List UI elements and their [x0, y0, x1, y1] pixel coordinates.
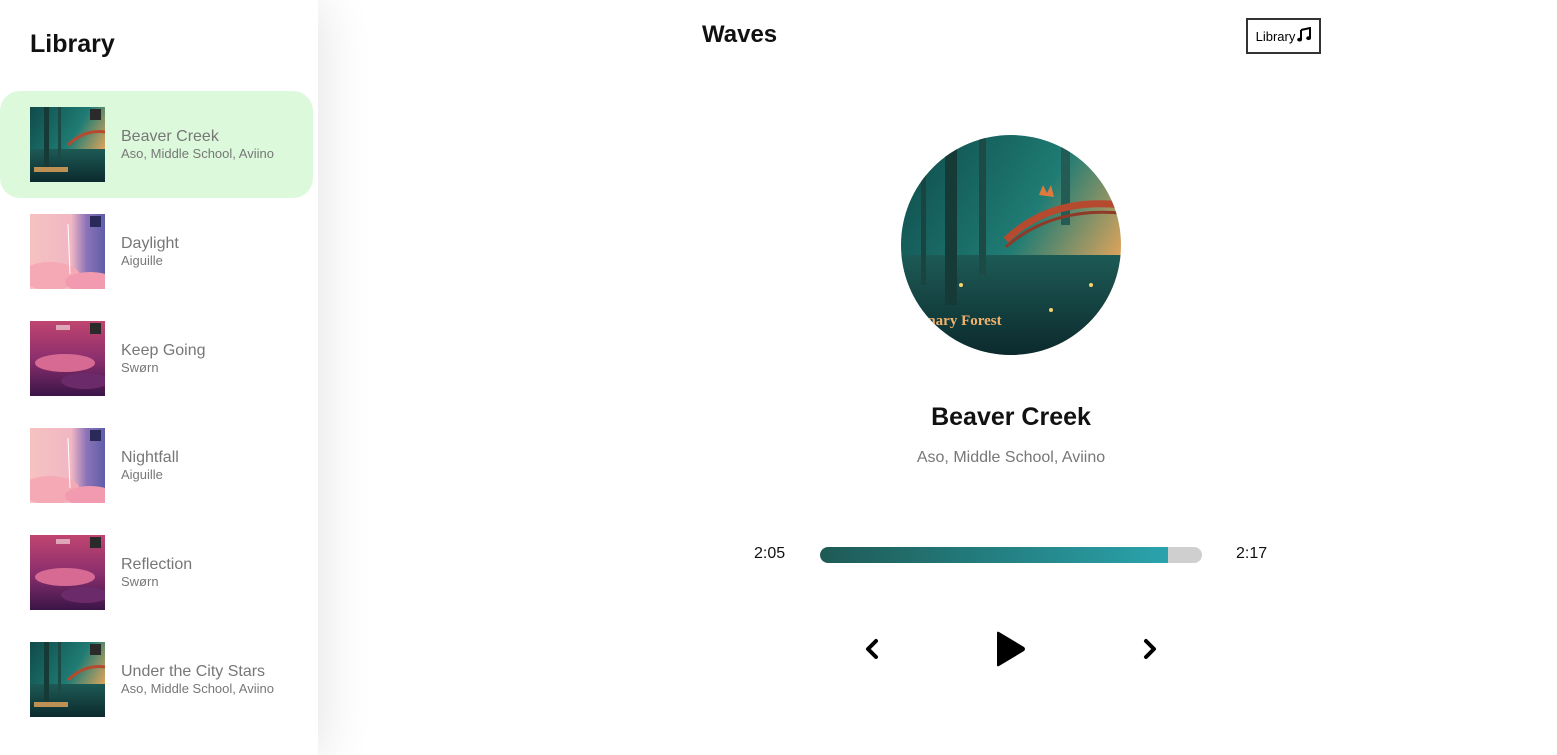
- song-name: Reflection: [121, 556, 193, 573]
- song-artist: Aso, Middle School, Aviino: [121, 146, 274, 161]
- library-button-label: Library: [1255, 28, 1296, 44]
- song-meta: Under the City Stars Aso, Middle School, …: [121, 663, 274, 697]
- song-item[interactable]: Keep Going Swørn: [0, 305, 313, 412]
- song-cover-thumbnail: [30, 321, 105, 396]
- song-artist: Swørn: [121, 360, 159, 375]
- library-toggle-button[interactable]: Library: [1246, 18, 1321, 54]
- song-artist: Aso, Middle School, Aviino: [121, 681, 274, 696]
- track-artist: Aso, Middle School, Aviino: [916, 449, 1106, 466]
- app-title: Waves: [702, 21, 778, 48]
- song-meta: Nightfall Aiguille: [121, 449, 179, 483]
- song-item[interactable]: Nightfall Aiguille: [0, 412, 313, 519]
- music-note-icon: [1297, 26, 1312, 45]
- song-name: Nightfall: [121, 449, 179, 466]
- library-sidebar: Library Beaver Creek Aso, Middle School, …: [0, 0, 318, 755]
- song-item[interactable]: Daylight Aiguille: [0, 198, 313, 305]
- play-icon: [997, 631, 1025, 667]
- progress-fill: [820, 547, 1169, 563]
- track-title: Beaver Creek: [931, 403, 1091, 431]
- play-button[interactable]: [990, 628, 1030, 670]
- chevron-left-icon: [866, 639, 878, 659]
- song-artist: Aiguille: [121, 467, 163, 482]
- song-name: Keep Going: [121, 342, 206, 359]
- chevron-right-icon: [1144, 639, 1156, 659]
- song-meta: Beaver Creek Aso, Middle School, Aviino: [121, 128, 274, 162]
- song-meta: Daylight Aiguille: [121, 235, 179, 269]
- current-time: 2:05: [754, 545, 786, 562]
- song-meta: Reflection Swørn: [121, 556, 192, 590]
- song-name: Beaver Creek: [121, 128, 219, 145]
- song-name: Daylight: [121, 235, 179, 252]
- song-item[interactable]: Beaver Creek Aso, Middle School, Aviino: [0, 91, 313, 198]
- previous-track-button[interactable]: [858, 635, 886, 663]
- total-time: 2:17: [1236, 545, 1268, 562]
- album-cover: Canary Forest: [901, 135, 1121, 355]
- song-item[interactable]: Under the City Stars Aso, Middle School, …: [0, 626, 313, 733]
- song-cover-thumbnail: [30, 214, 105, 289]
- song-cover-thumbnail: [30, 107, 105, 182]
- song-meta: Keep Going Swørn: [121, 342, 206, 376]
- song-list: Beaver Creek Aso, Middle School, Aviino Da…: [0, 91, 318, 733]
- song-cover-thumbnail: [30, 642, 105, 717]
- song-artist: Aiguille: [121, 253, 163, 268]
- song-item[interactable]: Reflection Swørn: [0, 519, 313, 626]
- cover-title-text: Canary Forest: [909, 313, 1002, 329]
- song-cover-thumbnail: [30, 428, 105, 503]
- song-name: Under the City Stars: [121, 663, 266, 680]
- sidebar-title: Library: [30, 30, 115, 58]
- progress-slider[interactable]: [820, 547, 1202, 563]
- next-track-button[interactable]: [1136, 635, 1164, 663]
- song-cover-thumbnail: [30, 535, 105, 610]
- song-artist: Swørn: [121, 574, 159, 589]
